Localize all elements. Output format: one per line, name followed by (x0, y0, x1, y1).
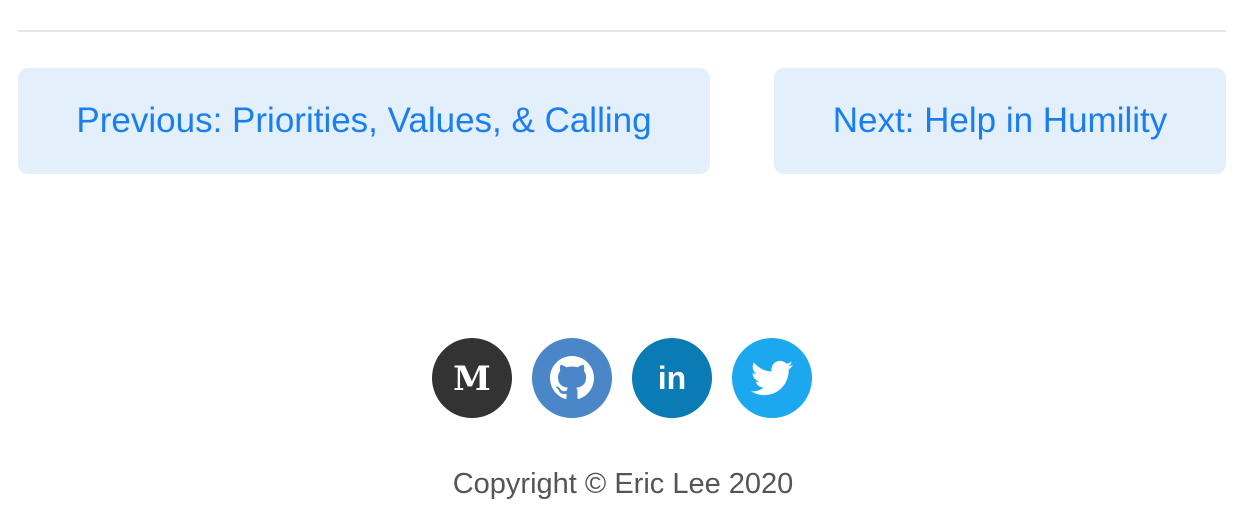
next-post-label: Next: Help in Humility (832, 101, 1168, 140)
previous-post-label: Previous: Priorities, Values, & Calling (76, 101, 652, 140)
svg-text:in: in (658, 360, 686, 396)
next-post-button[interactable]: Next: Help in Humility (774, 68, 1226, 174)
svg-text:M: M (453, 359, 491, 399)
copyright-text: Copyright © Eric Lee 2020 (452, 468, 794, 500)
social-links: M in (432, 338, 812, 418)
previous-post-button[interactable]: Previous: Priorities, Values, & Calling (18, 68, 710, 174)
twitter-icon (751, 360, 793, 396)
twitter-link[interactable] (732, 338, 812, 418)
github-icon (550, 356, 594, 399)
linkedin-link[interactable]: in (632, 338, 712, 418)
medium-icon: M (453, 359, 491, 399)
divider (18, 30, 1226, 32)
linkedin-icon: in (658, 360, 686, 396)
medium-link[interactable]: M (432, 338, 512, 418)
github-link[interactable] (532, 338, 612, 418)
